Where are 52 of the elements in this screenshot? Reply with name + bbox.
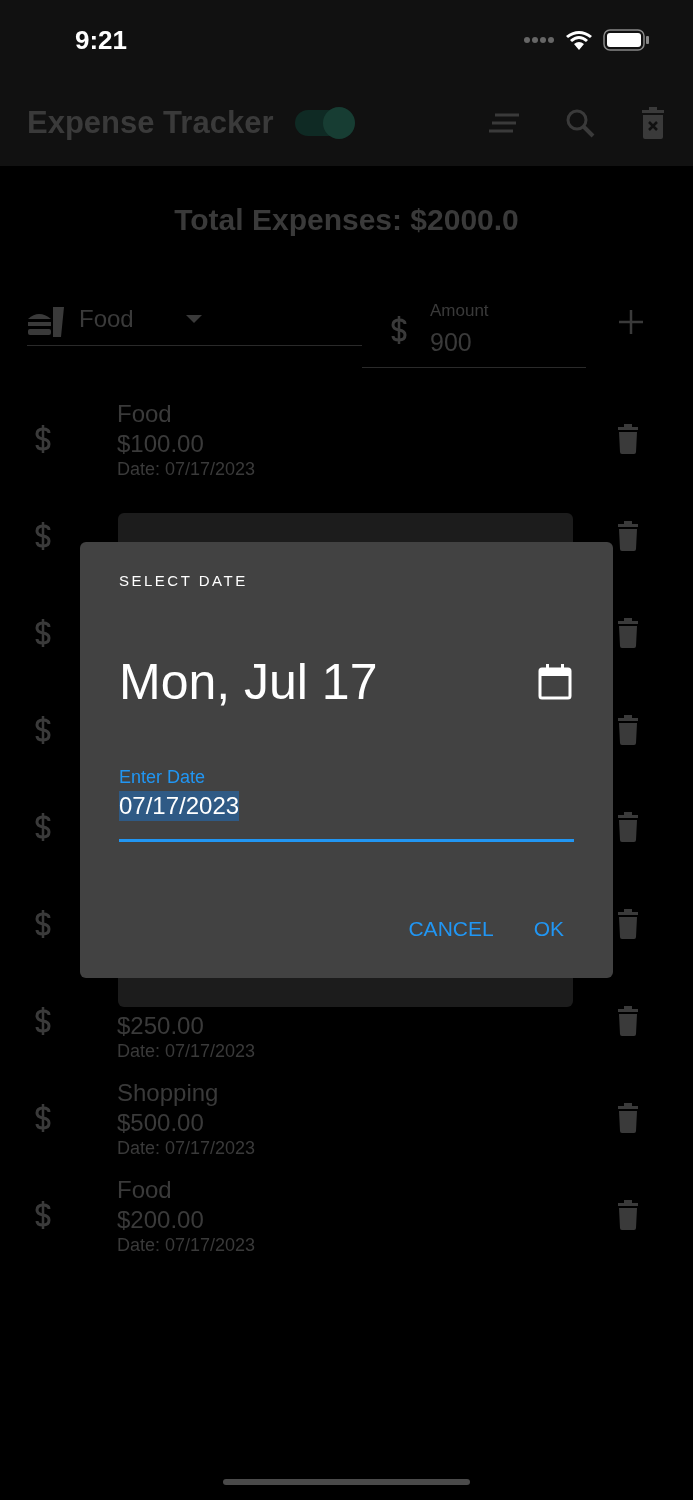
expense-category: Shopping [117, 1077, 220, 1108]
signal-icon [523, 36, 555, 44]
expense-category: Food [117, 1174, 173, 1205]
trash-icon[interactable] [616, 1199, 640, 1230]
add-icon[interactable] [619, 310, 643, 334]
expense-date: Date: 07/17/2023 [117, 1234, 256, 1255]
dialog-title: SELECT DATE [119, 571, 249, 591]
sort-icon[interactable] [489, 113, 519, 133]
dollar-icon [34, 908, 52, 939]
date-input-field[interactable]: Enter Date 07/17/2023 [119, 763, 574, 842]
dollar-icon [34, 617, 52, 648]
calendar-icon[interactable] [538, 664, 572, 700]
dollar-icon [34, 520, 52, 551]
amount-label: Amount [430, 300, 489, 322]
trash-icon[interactable] [616, 617, 640, 648]
caret-icon [185, 314, 202, 323]
expense-amount: $500.00 [117, 1107, 205, 1138]
dialog-button[interactable]: OK [523, 906, 574, 950]
expense-date: Date: 07/17/2023 [117, 458, 256, 479]
status-time: 9:21 [75, 23, 128, 57]
trash-icon[interactable] [616, 714, 640, 745]
trash-icon[interactable] [616, 811, 640, 842]
amount-value: 900 [430, 326, 473, 358]
battery-icon [603, 29, 649, 51]
search-icon[interactable] [565, 108, 595, 138]
category-dropdown[interactable]: Food [27, 292, 362, 346]
expense-date: Date: 07/17/2023 [117, 1040, 256, 1061]
dark-mode-toggle[interactable] [295, 110, 354, 136]
amount-field[interactable]: Amount 900 [362, 292, 586, 368]
date-value: 07/17/2023 [119, 790, 240, 821]
trash-icon[interactable] [616, 908, 640, 939]
delete-all-icon[interactable] [641, 107, 665, 139]
dollar-icon [34, 811, 52, 842]
dialog-button[interactable]: CANCEL [398, 906, 504, 950]
expense-date: Date: 07/17/2023 [117, 1137, 256, 1158]
dollar-icon [34, 1005, 52, 1036]
selected-date: Mon, Jul 17 [119, 652, 378, 712]
dollar-icon [390, 314, 408, 345]
expense-category: Food [117, 398, 173, 429]
trash-icon[interactable] [616, 520, 640, 551]
trash-icon[interactable] [616, 1005, 640, 1036]
dollar-icon [34, 1199, 52, 1230]
wifi-icon [565, 30, 593, 50]
expense-amount: $100.00 [117, 428, 205, 459]
expense-amount: $200.00 [117, 1204, 205, 1235]
trash-icon[interactable] [616, 1102, 640, 1133]
expense-amount: $250.00 [117, 1010, 205, 1041]
total-expenses: Total Expenses: $2000.0 [174, 201, 519, 238]
trash-icon[interactable] [616, 423, 640, 454]
dollar-icon [34, 714, 52, 745]
dollar-icon [34, 423, 52, 454]
dollar-icon [34, 1102, 52, 1133]
